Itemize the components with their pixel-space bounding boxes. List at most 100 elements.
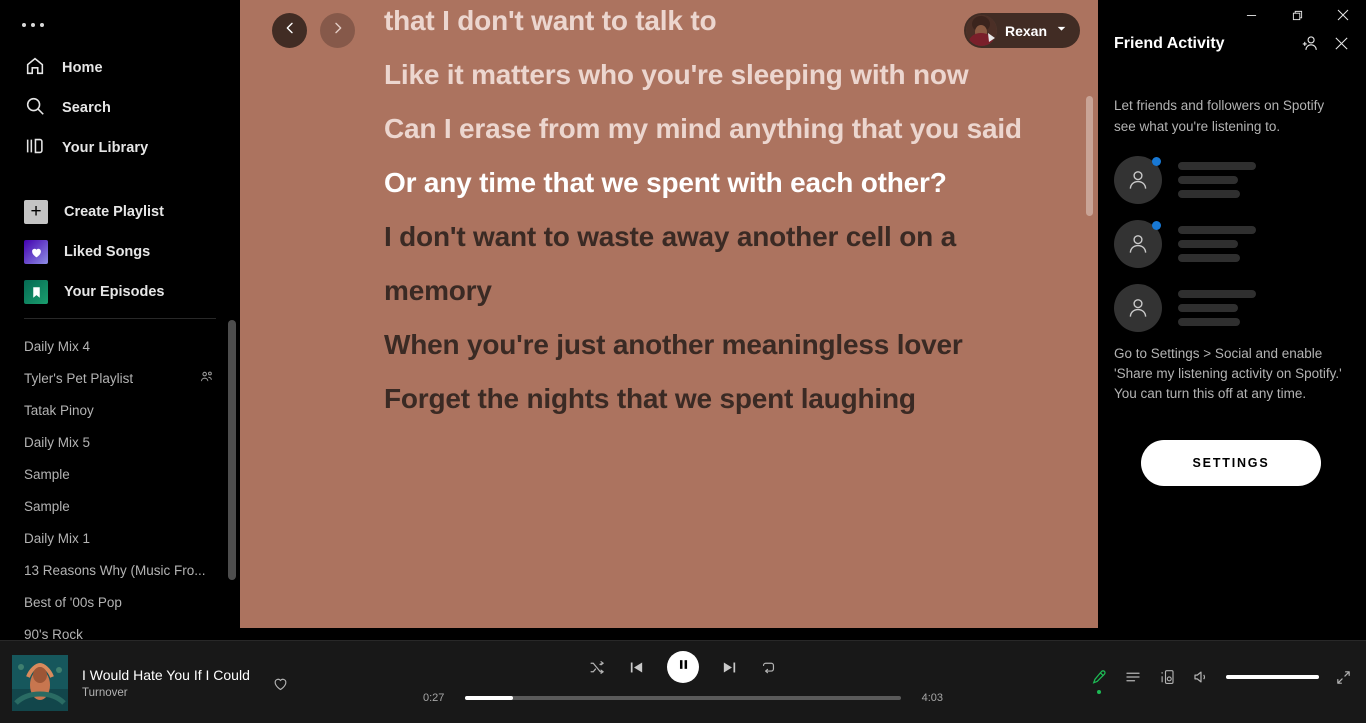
lyric-line[interactable]: Like it matters who you're sleeping with… [240, 48, 1098, 102]
track-artist[interactable]: Turnover [82, 687, 250, 699]
pause-button[interactable] [667, 651, 699, 683]
player-bar: I Would Hate You If I Could Turnover 0:2… [0, 640, 1366, 723]
playlist-name: 13 Reasons Why (Music Fro... [24, 562, 206, 578]
list-item [1114, 148, 1350, 212]
sidebar-item-search[interactable]: Search [0, 88, 240, 128]
friend-activity-blurb: Let friends and followers on Spotify see… [1114, 98, 1325, 134]
playlist-list: Daily Mix 4 Tyler's Pet Playlist Tatak P… [0, 330, 240, 640]
friend-activity-note: Go to Settings > Social and enable 'Shar… [1114, 346, 1342, 401]
lyric-line-active[interactable]: Or any time that we spent with each othe… [240, 156, 1098, 210]
minimize-button[interactable] [1228, 0, 1274, 30]
close-icon[interactable] [1333, 35, 1350, 52]
lyrics-scrollbar[interactable] [1086, 96, 1093, 216]
lyric-line[interactable]: Can I erase from my mind anything that y… [240, 102, 1098, 156]
list-item[interactable]: Sample [0, 490, 240, 522]
playlist-name: Sample [24, 466, 70, 482]
duration-time: 4:03 [921, 692, 943, 704]
list-item[interactable]: 13 Reasons Why (Music Fro... [0, 554, 240, 586]
your-episodes-button[interactable]: Your Episodes [0, 272, 240, 312]
add-person-icon[interactable] [1300, 34, 1319, 53]
playback-controls: 0:27 4:03 [423, 651, 943, 704]
skip-next-icon[interactable] [721, 659, 738, 676]
library-actions: + Create Playlist Liked Songs Your Episo… [0, 192, 240, 312]
lyric-line[interactable]: I don't want to waste away another cell … [240, 210, 1098, 318]
plus-square-icon: + [24, 200, 48, 224]
friend-activity-panel: Friend Activity Let friends and follower… [1098, 0, 1366, 628]
text-placeholder [1178, 290, 1256, 326]
window-controls [1098, 0, 1366, 30]
list-item[interactable]: 90's Rock [0, 618, 240, 641]
track-title[interactable]: I Would Hate You If I Could [82, 667, 250, 683]
shuffle-icon[interactable] [589, 659, 606, 676]
volume-icon[interactable] [1192, 668, 1210, 686]
queue-icon[interactable] [1124, 668, 1142, 686]
fullscreen-icon[interactable] [1335, 669, 1352, 686]
person-placeholder-icon [1114, 156, 1162, 204]
list-item[interactable]: Sample [0, 458, 240, 490]
collaborative-playlist-icon [200, 370, 214, 387]
lyrics-view: that I don't want to talk to Like it mat… [240, 0, 1098, 628]
sidebar-item-label: Search [62, 100, 111, 116]
sidebar-item-home[interactable]: Home [0, 48, 240, 88]
dot [22, 23, 26, 27]
microphone-icon[interactable] [1090, 668, 1108, 694]
home-icon [24, 55, 46, 81]
liked-songs-label: Liked Songs [64, 244, 151, 260]
track-info: I Would Hate You If I Could Turnover [82, 667, 250, 699]
playlist-name: Sample [24, 498, 70, 514]
heart-outline-icon[interactable] [272, 675, 289, 692]
liked-songs-button[interactable]: Liked Songs [0, 232, 240, 272]
search-icon [24, 95, 46, 121]
sidebar-item-your-library[interactable]: Your Library [0, 128, 240, 168]
lyric-line[interactable]: When you're just another meaningless lov… [240, 318, 1098, 372]
list-item [1114, 276, 1350, 340]
list-item[interactable]: Daily Mix 4 [0, 330, 240, 362]
volume-fill [1226, 675, 1319, 679]
friend-activity-header: Friend Activity [1114, 34, 1350, 53]
secondary-controls [1090, 668, 1352, 694]
avatar [965, 15, 997, 46]
lyrics-scroll-container: that I don't want to talk to Like it mat… [240, 0, 1098, 628]
playlist-name: Daily Mix 5 [24, 434, 91, 450]
elapsed-time: 0:27 [423, 692, 445, 704]
user-name: Rexan [1004, 22, 1047, 39]
lyric-line[interactable]: Forget the nights that we spent laughing [240, 372, 1098, 426]
connect-device-icon[interactable] [1158, 668, 1176, 686]
text-placeholder [1178, 226, 1256, 262]
list-item[interactable]: Tatak Pinoy [0, 394, 240, 426]
volume-slider[interactable] [1226, 675, 1319, 679]
pause-icon [677, 658, 690, 676]
repeat-icon[interactable] [760, 659, 777, 676]
left-sidebar: Home Search Your Library + Create Playli… [0, 0, 240, 640]
album-cover-thumbnail[interactable] [12, 655, 68, 711]
chevron-left-icon [282, 20, 298, 41]
navigation-arrows [272, 13, 355, 48]
list-item[interactable]: Best of '00s Pop [0, 586, 240, 618]
settings-button[interactable]: SETTINGS [1141, 440, 1321, 486]
now-playing: I Would Hate You If I Could Turnover [12, 655, 289, 711]
progress-bar[interactable] [465, 696, 901, 700]
user-menu-button[interactable]: Rexan [963, 13, 1080, 48]
playlist-name: Tyler's Pet Playlist [24, 370, 134, 386]
list-item[interactable]: Tyler's Pet Playlist [0, 362, 240, 394]
active-indicator [1097, 690, 1101, 694]
maximize-button[interactable] [1274, 0, 1320, 30]
forward-button[interactable] [320, 13, 355, 48]
spotify-window: Home Search Your Library + Create Playli… [0, 0, 1366, 723]
skip-previous-icon[interactable] [628, 659, 645, 676]
transport-buttons [589, 651, 777, 683]
chevron-down-icon [1055, 22, 1068, 40]
more-horizontal-icon[interactable] [22, 18, 52, 32]
header-actions [1300, 34, 1350, 53]
your-episodes-label: Your Episodes [64, 284, 165, 300]
create-playlist-label: Create Playlist [64, 204, 164, 220]
close-button[interactable] [1320, 0, 1366, 30]
person-placeholder-icon [1114, 220, 1162, 268]
chevron-right-icon [330, 20, 346, 41]
sidebar-scrollbar[interactable] [228, 320, 236, 580]
back-button[interactable] [272, 13, 307, 48]
primary-nav: Home Search Your Library [0, 48, 240, 168]
list-item[interactable]: Daily Mix 1 [0, 522, 240, 554]
list-item[interactable]: Daily Mix 5 [0, 426, 240, 458]
create-playlist-button[interactable]: + Create Playlist [0, 192, 240, 232]
